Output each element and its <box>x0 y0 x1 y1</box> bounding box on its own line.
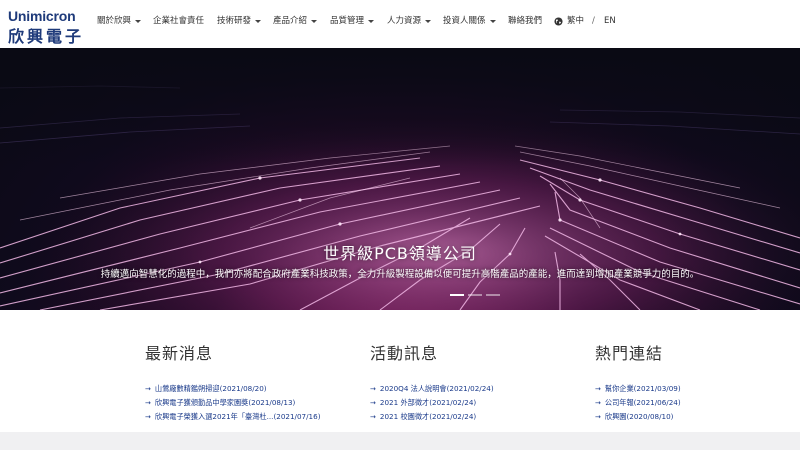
arrow-right-icon: → <box>595 385 601 393</box>
caret-down-icon <box>425 19 432 23</box>
list-item-label: 山鶯廠數精鑑朔掃迎(2021/08/20) <box>154 384 267 393</box>
caret-down-icon <box>489 19 496 23</box>
popular-links-section: 熱門連結 → 幫你企業(2021/03/09) → 公司年報(2021/06/24)… <box>595 340 681 424</box>
popular-links-list: → 幫你企業(2021/03/09) → 公司年報(2021/06/24) → 欣興園… <box>595 382 681 424</box>
list-item[interactable]: → 公司年報(2021/06/24) <box>595 396 681 410</box>
arrow-right-icon: → <box>145 413 151 421</box>
slide-dot-2[interactable] <box>468 294 482 296</box>
lang-en-label: EN <box>604 16 616 26</box>
arrow-right-icon: → <box>145 399 151 407</box>
nav-technology[interactable]: 技術研發 <box>217 14 262 28</box>
list-item-label: 2021 外部徵才(2021/02/24) <box>379 398 477 407</box>
nav-quality[interactable]: 品質管理 <box>330 14 375 28</box>
nav-contact[interactable]: 聯絡我們 <box>508 14 542 28</box>
list-item[interactable]: → 欣興電子榮獲入選2021年「臺灣杜...(2021/07/16) <box>145 410 321 424</box>
hero-banner: 世界級PCB領導公司 持續邁向智慧化的過程中，我們亦將配合政府產業科技政策，全力… <box>0 48 800 310</box>
list-item-label: 2021 校園徵才(2021/02/24) <box>379 412 477 421</box>
arrow-right-icon: → <box>595 413 601 421</box>
popular-links-title: 熱門連結 <box>595 344 664 363</box>
arrow-right-icon: → <box>145 385 151 393</box>
nav-investors-label: 投資人關係 <box>443 16 486 26</box>
list-item-label: 欣興電子獲頒勤品中學家園獎(2021/08/13) <box>154 398 296 407</box>
caret-down-icon <box>368 19 375 23</box>
nav-csr-label: 企業社會責任 <box>153 16 205 26</box>
list-item[interactable]: → 2021 外部徵才(2021/02/24) <box>370 396 494 410</box>
list-item[interactable]: → 2021 校園徵才(2021/02/24) <box>370 410 494 424</box>
logo-english-text: Unimicron <box>8 8 76 24</box>
logo-chinese-text: 欣興電子 <box>8 27 85 46</box>
slide-dot-1[interactable] <box>450 294 464 296</box>
list-item-label: 欣興園(2020/08/10) <box>604 412 674 421</box>
list-item[interactable]: → 幫你企業(2021/03/09) <box>595 382 681 396</box>
nav-quality-label: 品質管理 <box>330 16 365 26</box>
globe-icon <box>554 16 563 26</box>
nav-products[interactable]: 產品介紹 <box>273 14 318 28</box>
caret-down-icon <box>311 19 318 23</box>
latest-news-section: 最新消息 → 山鶯廠數精鑑朔掃迎(2021/08/20) → 欣興電子獲頒勤品中學家… <box>145 340 321 424</box>
list-item-label: 欣興電子榮獲入選2021年「臺灣杜...(2021/07/16) <box>154 412 321 421</box>
nav-hr[interactable]: 人力資源 <box>387 14 432 28</box>
latest-news-title: 最新消息 <box>145 344 214 363</box>
list-item[interactable]: → 2020Q4 法人說明會(2021/02/24) <box>370 382 494 396</box>
slider-pagination <box>450 294 500 296</box>
nav-csr[interactable]: 企業社會責任 <box>153 14 204 28</box>
list-item[interactable]: → 欣興園(2020/08/10) <box>595 410 681 424</box>
latest-news-list: → 山鶯廠數精鑑朔掃迎(2021/08/20) → 欣興電子獲頒勤品中學家園獎(20… <box>145 382 321 424</box>
caret-down-icon <box>135 19 142 23</box>
lang-zh-label: 繁中 <box>567 16 585 26</box>
hero-subtitle: 持續邁向智慧化的過程中，我們亦將配合政府產業科技政策，全力升級製程設備以便可提升… <box>100 269 700 280</box>
arrow-right-icon: → <box>370 399 376 407</box>
nav-contact-label: 聯絡我們 <box>508 16 543 26</box>
arrow-right-icon: → <box>370 413 376 421</box>
list-item-label: 公司年報(2021/06/24) <box>604 398 681 407</box>
events-section: 活動訊息 → 2020Q4 法人說明會(2021/02/24) → 2021 外部徵… <box>370 340 494 424</box>
events-list: → 2020Q4 法人說明會(2021/02/24) → 2021 外部徵才(202… <box>370 382 494 424</box>
lang-separator: / <box>592 16 595 26</box>
nav-hr-label: 人力資源 <box>387 16 422 26</box>
nav-about[interactable]: 關於欣興 <box>97 14 142 28</box>
nav-about-label: 關於欣興 <box>97 16 132 26</box>
slide-dot-3[interactable] <box>486 294 500 296</box>
list-item-label: 2020Q4 法人說明會(2021/02/24) <box>379 384 494 393</box>
nav-products-label: 產品介紹 <box>273 16 308 26</box>
nav-technology-label: 技術研發 <box>217 16 252 26</box>
arrow-right-icon: → <box>595 399 601 407</box>
nav-investors[interactable]: 投資人關係 <box>443 14 496 28</box>
site-header: Unimicron 欣興電子 關於欣興 企業社會責任 技術研發 產品介紹 品質管… <box>0 0 800 48</box>
list-item[interactable]: → 山鶯廠數精鑑朔掃迎(2021/08/20) <box>145 382 321 396</box>
lang-en-link[interactable]: EN <box>604 14 616 28</box>
caret-down-icon <box>255 19 262 23</box>
footer-band <box>0 432 800 450</box>
list-item[interactable]: → 欣興電子獲頒勤品中學家園獎(2021/08/13) <box>145 396 321 410</box>
lang-zh-link[interactable]: 繁中 <box>554 14 584 28</box>
hero-title: 世界級PCB領導公司 <box>323 244 477 263</box>
arrow-right-icon: → <box>370 385 376 393</box>
events-title: 活動訊息 <box>370 344 439 363</box>
unimicron-logo[interactable]: Unimicron 欣興電子 <box>8 8 88 46</box>
list-item-label: 幫你企業(2021/03/09) <box>604 384 681 393</box>
